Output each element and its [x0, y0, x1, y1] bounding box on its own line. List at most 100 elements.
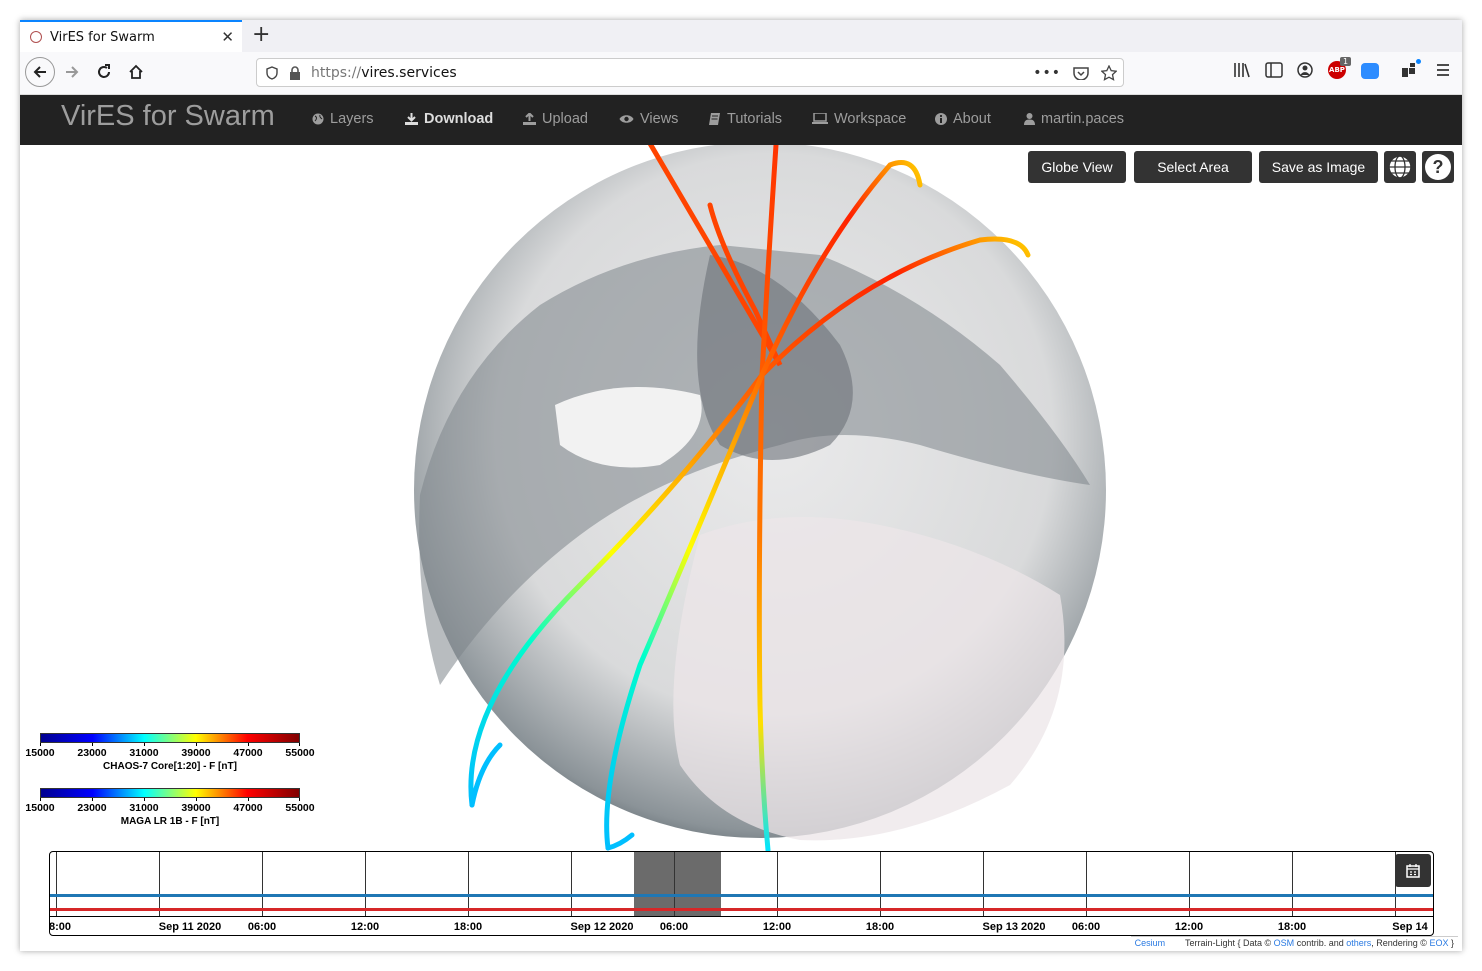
credits-text: , Rendering ©: [1371, 938, 1427, 948]
credits-text: }: [1450, 938, 1454, 948]
book-icon: [709, 113, 720, 125]
timeline-selection[interactable]: [634, 852, 721, 916]
others-link[interactable]: others: [1346, 938, 1371, 948]
colorbar-tick: 55000: [285, 747, 315, 759]
upload-icon: [523, 113, 536, 125]
colorbar-title: CHAOS-7 Core[1:20] - F [nT]: [103, 761, 237, 772]
menu-views[interactable]: Views: [619, 111, 678, 127]
timeline-series-blue: [50, 894, 1433, 897]
timeline-tick-label: 12:00: [1174, 921, 1204, 933]
colorbar-tick: 55000: [285, 802, 315, 814]
map-viewer[interactable]: Globe View Select Area Save as Image ? 1…: [20, 145, 1462, 951]
globe-view-button[interactable]: Globe View: [1028, 151, 1126, 183]
timeline-tick-label: 06:00: [247, 921, 277, 933]
calendar-icon: [1406, 863, 1420, 878]
tab-title: VirES for Swarm: [50, 29, 155, 45]
tab-strip: VirES for Swarm ✕ +: [20, 20, 1462, 52]
arrow-right-icon: [66, 66, 79, 78]
reload-button[interactable]: [90, 58, 118, 86]
menu-upload[interactable]: Upload: [523, 111, 588, 127]
page-actions-icon[interactable]: •••: [1033, 65, 1061, 81]
download-icon: [405, 113, 418, 125]
sidebar-icon[interactable]: [1265, 62, 1283, 78]
colorbar-legend-chaos: 15000 23000 31000 39000 47000 55000 CHAO…: [25, 733, 318, 777]
menu-label: Tutorials: [727, 111, 783, 127]
timeline-tick-label: 18:00: [453, 921, 483, 933]
new-tab-button[interactable]: +: [252, 23, 270, 47]
url-bar[interactable]: https:// vires.services •••: [256, 58, 1124, 87]
menu-label: Download: [424, 111, 494, 127]
home-button[interactable]: [122, 58, 150, 86]
timeline-tick-label: Sep 13 2020: [982, 921, 1046, 933]
forward-button[interactable]: [58, 58, 86, 86]
calendar-button[interactable]: [1395, 854, 1431, 887]
menu-download[interactable]: Download: [405, 111, 493, 127]
timeline-tick-label: 12:00: [762, 921, 792, 933]
select-area-button[interactable]: Select Area: [1134, 151, 1252, 183]
hamburger-menu-icon[interactable]: [1435, 62, 1451, 78]
colorbar-tick: 31000: [129, 747, 159, 759]
timeline-slider[interactable]: 8:00 Sep 11 2020 06:00 12:00 18:00 Sep 1…: [49, 851, 1434, 936]
timeline-tick-label: 06:00: [659, 921, 689, 933]
cesium-link[interactable]: Cesium: [1135, 938, 1166, 948]
extensions-icon[interactable]: [1401, 62, 1417, 78]
colorbar-tick: 47000: [233, 802, 263, 814]
timeline-tick-label: Sep 14: [1392, 921, 1428, 933]
menu-user[interactable]: martin.paces: [1024, 111, 1124, 127]
credits-text: contrib. and: [1296, 938, 1344, 948]
account-icon[interactable]: [1297, 62, 1313, 78]
home-icon: [129, 64, 143, 79]
menu-label: Workspace: [834, 111, 907, 127]
projection-button[interactable]: [1384, 151, 1416, 183]
colorbar-tick: 39000: [181, 747, 211, 759]
timeline-tick-label: Sep 11 2020: [158, 921, 222, 933]
library-icon[interactable]: [1233, 62, 1251, 78]
map-credits: Cesium Terrain-Light { Data © OSM contri…: [1130, 936, 1458, 949]
timeline-tick-label: 12:00: [350, 921, 380, 933]
brand-title[interactable]: VirES for Swarm: [61, 100, 275, 133]
save-image-button[interactable]: Save as Image: [1259, 151, 1378, 183]
eox-link[interactable]: EOX: [1429, 938, 1448, 948]
colorbar-tick: 15000: [25, 747, 55, 759]
menu-workspace[interactable]: Workspace: [812, 111, 906, 127]
adblock-badge: 1: [1340, 57, 1352, 66]
back-button[interactable]: [25, 57, 55, 87]
globe-icon: [1388, 155, 1412, 179]
shield-icon[interactable]: [265, 65, 279, 80]
help-button[interactable]: ?: [1422, 151, 1454, 183]
info-icon: [935, 113, 947, 125]
lock-icon[interactable]: [289, 65, 301, 80]
menu-layers[interactable]: Layers: [312, 111, 374, 127]
colorbar-tick: 23000: [77, 802, 107, 814]
timeline-tick-label: 8:00: [49, 921, 72, 933]
pocket-icon[interactable]: [1073, 66, 1089, 80]
bookmark-star-icon[interactable]: [1101, 64, 1117, 81]
menu-tutorials[interactable]: Tutorials: [708, 111, 782, 127]
navigation-bar: https:// vires.services ••• ABP 1: [20, 52, 1462, 95]
colorbar-tick: 23000: [77, 747, 107, 759]
colorbar-tick: 15000: [25, 802, 55, 814]
app-navbar: VirES for Swarm Layers Download Upload V…: [20, 95, 1462, 145]
osm-link[interactable]: OSM: [1274, 938, 1295, 948]
notification-dot: [1416, 59, 1421, 64]
timeline-series-red: [50, 908, 1433, 911]
menu-label: Layers: [330, 111, 374, 127]
browser-tab[interactable]: VirES for Swarm ✕: [20, 20, 242, 52]
menu-about[interactable]: About: [935, 111, 991, 127]
timeline-tick-label: 18:00: [1277, 921, 1307, 933]
help-icon: ?: [1425, 154, 1451, 180]
url-protocol: https://: [311, 64, 362, 81]
colorbar: [40, 733, 300, 743]
timeline-tick-label: Sep 12 2020: [570, 921, 634, 933]
colorbar-tick: 47000: [233, 747, 263, 759]
user-icon: [1024, 113, 1035, 125]
browser-window: VirES for Swarm ✕ + https:// vires.servi…: [20, 20, 1462, 951]
close-tab-icon[interactable]: ✕: [221, 28, 234, 46]
colorbar-tick: 39000: [181, 802, 211, 814]
globe-icon: [312, 113, 324, 125]
timeline-tick-label: 06:00: [1071, 921, 1101, 933]
zoom-extension-icon[interactable]: [1361, 63, 1379, 79]
laptop-icon: [812, 113, 828, 124]
colorbar-title: MAGA LR 1B - F [nT]: [120, 816, 220, 827]
site-favicon-icon: [30, 31, 42, 43]
